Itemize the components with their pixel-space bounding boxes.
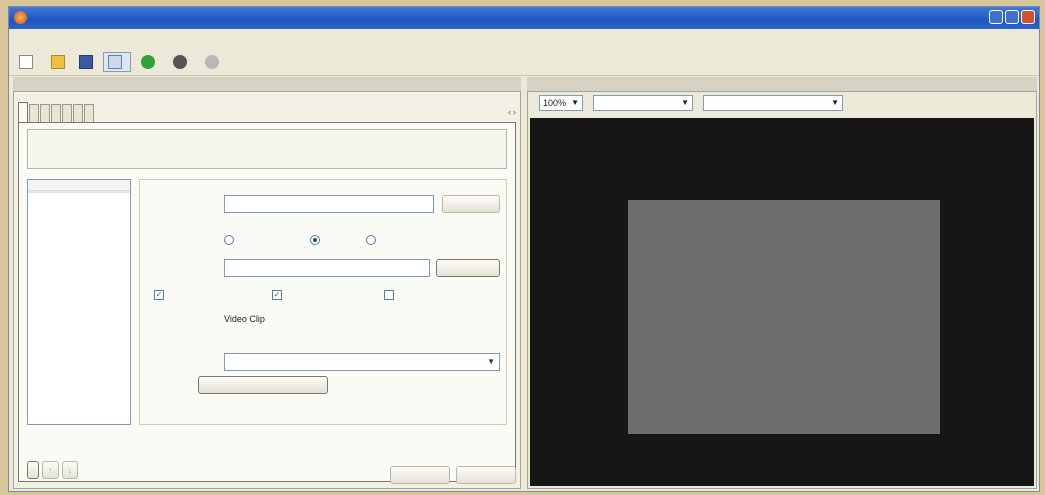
window-controls bbox=[989, 10, 1035, 24]
video-checkbox[interactable]: ✓ bbox=[154, 290, 167, 300]
sources-description bbox=[27, 129, 507, 169]
tab-attributes[interactable] bbox=[62, 104, 72, 123]
title-bar[interactable] bbox=[9, 7, 1039, 29]
app-window: ‹ › ✓ ✓ Video Clip ▼ ↑ ↓ 100% ▼ ▼ ▼ bbox=[8, 6, 1040, 492]
open-button[interactable] bbox=[47, 52, 69, 72]
chevron-down-icon: ▼ bbox=[487, 357, 495, 366]
save-icon bbox=[79, 55, 93, 69]
remove-button[interactable] bbox=[442, 195, 500, 213]
close-icon[interactable] bbox=[1021, 10, 1035, 24]
browse-button[interactable] bbox=[436, 259, 500, 277]
folder-icon bbox=[51, 55, 65, 69]
cancel-button[interactable] bbox=[456, 466, 516, 484]
toolbar bbox=[9, 49, 1039, 76]
pause-button[interactable] bbox=[201, 52, 227, 72]
audio-checkbox[interactable]: ✓ bbox=[272, 290, 285, 300]
tab-sources[interactable] bbox=[18, 102, 28, 123]
tab-output[interactable] bbox=[29, 104, 39, 123]
panel-footer bbox=[390, 466, 516, 484]
tab-compression[interactable] bbox=[40, 104, 50, 123]
tab-scroll-right-icon[interactable]: › bbox=[513, 107, 516, 117]
source-option-file[interactable] bbox=[310, 235, 323, 245]
start-encoding-button[interactable] bbox=[137, 52, 163, 72]
view-select[interactable]: ▼ bbox=[703, 95, 843, 111]
app-icon bbox=[14, 11, 27, 24]
source-list-header bbox=[28, 180, 130, 191]
radio-selected-icon bbox=[310, 235, 320, 245]
script-checkbox[interactable] bbox=[384, 290, 397, 300]
filename-field[interactable] bbox=[224, 259, 430, 277]
type-value: Video Clip bbox=[224, 314, 265, 324]
video-frame bbox=[628, 200, 940, 434]
checkbox-checked-icon: ✓ bbox=[272, 290, 282, 300]
tab-advanced[interactable] bbox=[84, 104, 94, 123]
list-controls: ↑ ↓ bbox=[27, 461, 78, 479]
source-details-group: ✓ ✓ Video Clip ▼ bbox=[139, 179, 507, 425]
name-field[interactable] bbox=[224, 195, 434, 213]
tab-processing[interactable] bbox=[73, 104, 83, 123]
move-up-button[interactable]: ↑ bbox=[42, 461, 59, 479]
preview-panel: 100% ▼ ▼ ▼ bbox=[527, 91, 1037, 489]
stop-icon bbox=[173, 55, 187, 69]
chevron-down-icon: ▼ bbox=[681, 98, 689, 107]
apply-button[interactable] bbox=[390, 466, 450, 484]
checkbox-checked-icon: ✓ bbox=[154, 290, 164, 300]
tab-strip: ‹ › bbox=[18, 102, 516, 123]
add-button[interactable] bbox=[27, 461, 39, 479]
input-select[interactable]: ▼ bbox=[224, 353, 500, 371]
radio-icon bbox=[224, 235, 234, 245]
chevron-down-icon: ▼ bbox=[571, 98, 579, 107]
tab-frame-size[interactable] bbox=[51, 104, 61, 123]
pause-icon bbox=[205, 55, 219, 69]
configure-button[interactable] bbox=[198, 376, 328, 394]
chevron-down-icon: ▼ bbox=[831, 98, 839, 107]
tab-scroll: ‹ › bbox=[508, 102, 516, 122]
checkbox-icon bbox=[384, 290, 394, 300]
properties-button[interactable] bbox=[103, 52, 131, 72]
new-session-button[interactable] bbox=[15, 52, 41, 72]
tab-scroll-left-icon[interactable]: ‹ bbox=[508, 107, 511, 117]
preview-toolbar: 100% ▼ ▼ ▼ bbox=[528, 92, 1036, 114]
session-properties-panel: ‹ › ✓ ✓ Video Clip ▼ ↑ ↓ bbox=[13, 91, 521, 489]
stop-button[interactable] bbox=[169, 52, 195, 72]
list-item[interactable] bbox=[28, 191, 130, 193]
right-panel-header bbox=[527, 77, 1037, 92]
new-document-icon bbox=[19, 55, 33, 69]
left-panel-header bbox=[13, 77, 521, 92]
zoom-select[interactable]: 100% ▼ bbox=[539, 95, 583, 111]
menu-bar bbox=[9, 29, 1039, 47]
save-button[interactable] bbox=[75, 52, 97, 72]
image-select[interactable]: ▼ bbox=[593, 95, 693, 111]
zoom-value: 100% bbox=[543, 98, 567, 108]
video-preview-area bbox=[530, 118, 1034, 486]
move-down-button[interactable]: ↓ bbox=[61, 461, 78, 479]
properties-icon bbox=[108, 55, 122, 69]
maximize-icon[interactable] bbox=[1005, 10, 1019, 24]
minimize-icon[interactable] bbox=[989, 10, 1003, 24]
source-list[interactable] bbox=[27, 179, 131, 425]
source-option-device[interactable] bbox=[224, 235, 237, 245]
radio-icon bbox=[366, 235, 376, 245]
source-option-device-file[interactable] bbox=[366, 235, 379, 245]
sources-tab-body: ✓ ✓ Video Clip ▼ ↑ ↓ bbox=[18, 122, 516, 482]
play-icon bbox=[141, 55, 155, 69]
